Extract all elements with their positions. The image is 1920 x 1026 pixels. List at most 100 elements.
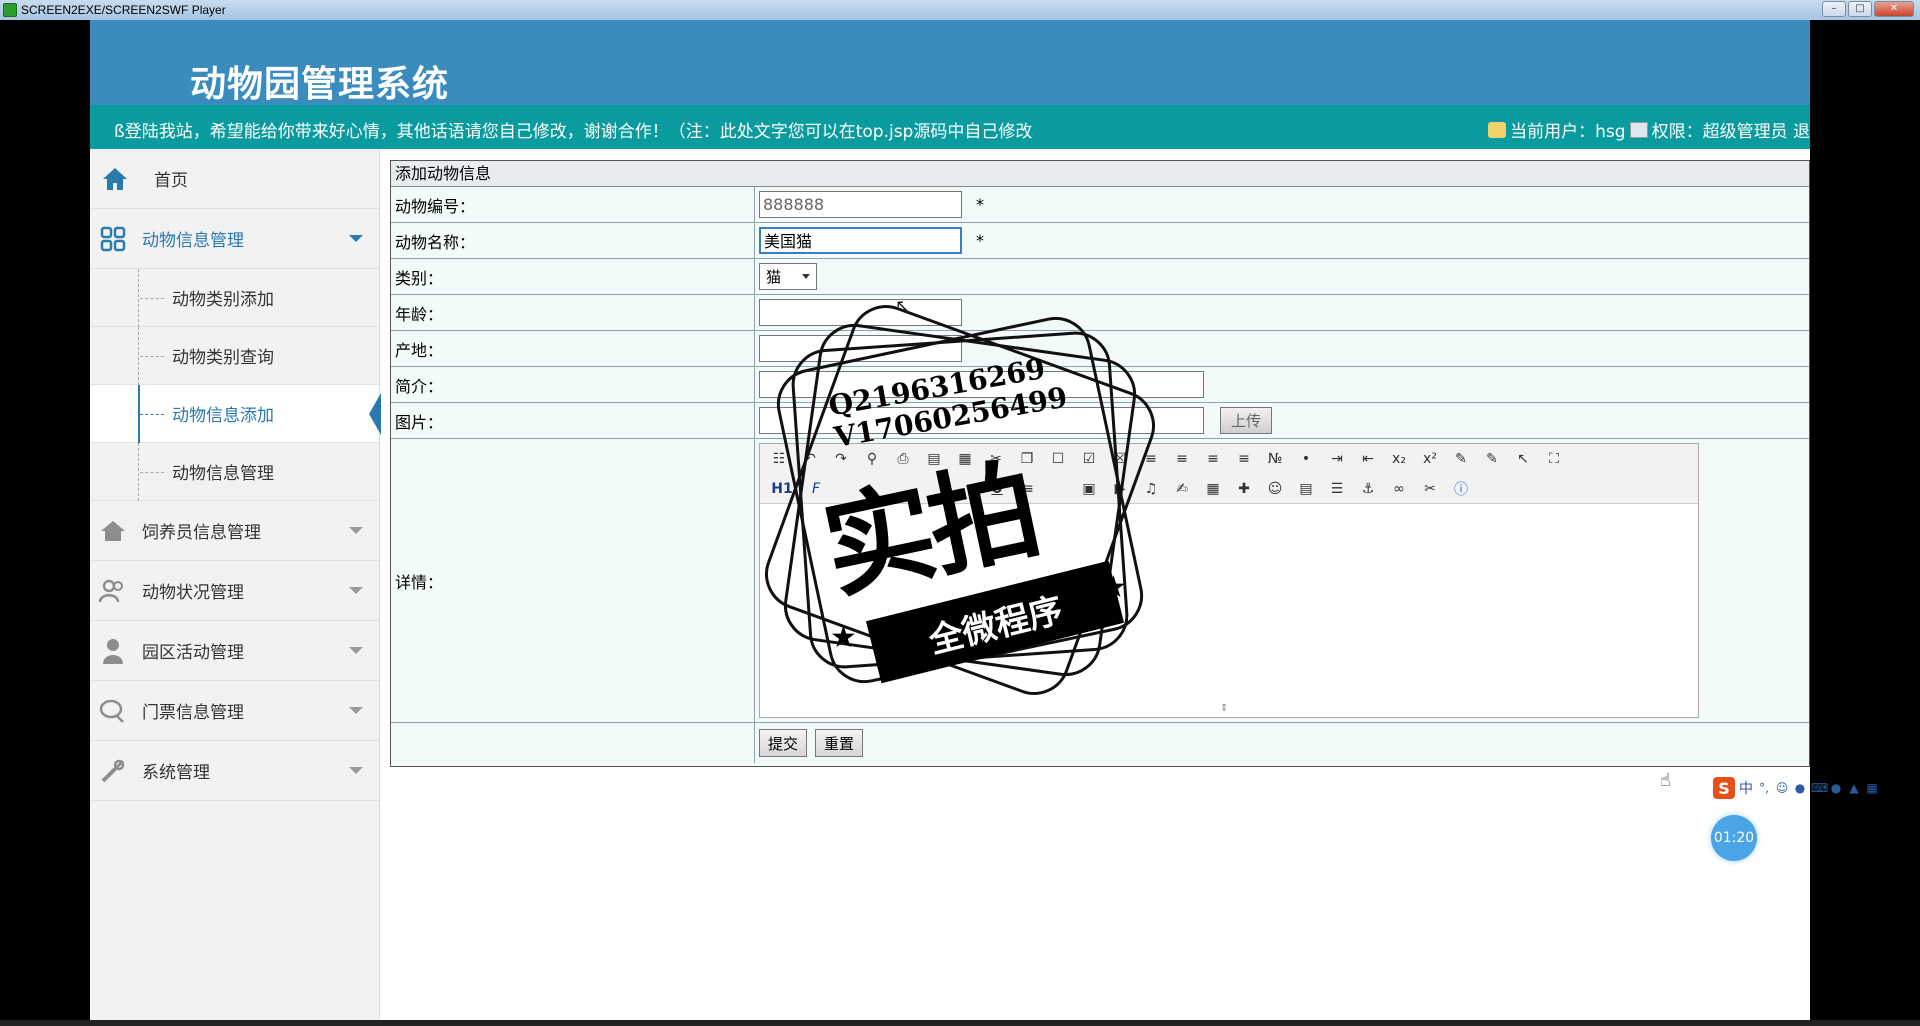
sidebar-item-label: 动物信息添加 [172, 406, 274, 426]
sidebar-item-animal-add[interactable]: 动物信息添加 [90, 385, 381, 443]
reset-button[interactable]: 重置 [815, 729, 864, 757]
origin-input[interactable] [759, 335, 962, 362]
superscript-icon[interactable]: x² [1419, 449, 1441, 469]
sidebar-group-animal-status[interactable]: 动物状况管理 [90, 561, 379, 621]
font-button[interactable]: F [805, 479, 827, 499]
ime-logo-icon[interactable]: S [1713, 777, 1735, 799]
attachment-icon[interactable]: ✍ [1171, 479, 1193, 499]
punctuation-icon[interactable]: °, [1757, 781, 1771, 795]
image-insert-icon[interactable]: ▣ [1078, 479, 1100, 499]
template-icon[interactable]: ▤ [923, 449, 945, 469]
indent-icon[interactable]: ⇥ [1326, 449, 1348, 469]
intro-input[interactable] [759, 371, 1204, 398]
category-select[interactable]: 猫 [759, 263, 817, 290]
category-selected-value: 猫 [766, 268, 782, 286]
app-viewport: 动物园管理系统 ß登陆我站，希望能给你带来好心情，其他话语请您自己修改，谢谢合作… [90, 20, 1810, 1020]
window-title: SCREEN2EXE/SCREEN2SWF Player [21, 3, 226, 17]
close-button[interactable]: ✕ [1874, 1, 1914, 17]
fullscreen-icon[interactable]: ⛶ [1543, 449, 1565, 469]
sidebar-group-ticket-info[interactable]: 门票信息管理 [90, 681, 379, 741]
user-icon[interactable]: ● [1829, 781, 1843, 795]
insert-row-icon[interactable]: ✚ [1233, 479, 1255, 499]
sidebar-group-label: 饲养员信息管理 [142, 523, 261, 543]
unlink-icon[interactable]: ✂ [1419, 479, 1441, 499]
heading-button[interactable]: H1 [768, 479, 796, 499]
clear-format-icon[interactable]: ✎ [1450, 449, 1472, 469]
sidebar-group-keeper-info[interactable]: 饲养员信息管理 [90, 501, 379, 561]
skin-icon[interactable]: ▲ [1847, 781, 1861, 795]
link-icon[interactable]: ∞ [1388, 479, 1410, 499]
underline-button[interactable]: U [986, 479, 1008, 499]
hand-cursor-icon: ☝ [1660, 770, 1671, 791]
print-icon[interactable]: ⎙ [892, 449, 914, 469]
source-icon[interactable]: ☷ [768, 449, 790, 469]
preview-icon[interactable]: ⚲ [861, 449, 883, 469]
code-icon[interactable]: ▦ [954, 449, 976, 469]
form-actions: 提交 重置 [391, 723, 1809, 763]
page-break-icon[interactable]: ☰ [1326, 479, 1348, 499]
horizontal-rule-icon[interactable]: ≡ [1017, 479, 1039, 499]
align-left-icon[interactable]: ≡ [1140, 449, 1162, 469]
emoticon-icon[interactable]: ☺ [1264, 479, 1286, 499]
chat-icon [98, 696, 128, 726]
select-all-icon[interactable]: ✎ [1481, 449, 1503, 469]
video-insert-icon[interactable]: ▶ [1109, 479, 1131, 499]
age-input[interactable] [759, 299, 962, 326]
field-label: 图片： [391, 403, 755, 438]
animal-name-input[interactable]: 美国猫 [759, 227, 962, 254]
header-banner: 动物园管理系统 [90, 20, 1810, 105]
submit-button[interactable]: 提交 [759, 729, 808, 757]
cursor-icon[interactable]: ↖ [1512, 449, 1534, 469]
copy-icon[interactable]: ❐ [1016, 449, 1038, 469]
permission-label[interactable]: 权限：超级管理员 退 [1652, 117, 1810, 142]
mouse-pointer-icon: ↖ [895, 296, 911, 317]
field-label: 产地： [391, 331, 755, 366]
recording-timer[interactable]: 01:20 [1711, 815, 1757, 861]
sidebar-group-animal-info[interactable]: 动物信息管理 [90, 209, 379, 269]
align-right-icon[interactable]: ≡ [1202, 449, 1224, 469]
field-label: 动物名称： [391, 223, 755, 258]
sidebar-group-label: 系统管理 [142, 763, 210, 783]
user-icon [1488, 121, 1507, 138]
unordered-list-icon[interactable]: • [1295, 449, 1317, 469]
paste-icon[interactable]: ☐ [1047, 449, 1069, 469]
form-row-detail: 详情： ☷ ↶ ↷ ⚲ ⎙ ▤ ▦ ✂ ❐ ☐ ☑ ☒ ≡ ≡ ≡ ≡ № • ⇥ ⇤ x₂ x² ✎ ✎ ↖ ⛶ H1 F U … [391, 439, 1809, 723]
restore-button[interactable]: □ [1848, 1, 1872, 17]
sidebar-group-label: 园区活动管理 [142, 643, 244, 663]
emoji-icon[interactable]: ☺ [1775, 781, 1789, 795]
paste-word-icon[interactable]: ☒ [1109, 449, 1131, 469]
music-insert-icon[interactable]: ♫ [1140, 479, 1162, 499]
animal-id-input[interactable]: 888888 [759, 191, 962, 218]
sidebar-item-home[interactable]: 首页 [90, 149, 379, 209]
help-icon[interactable]: ⓘ [1450, 479, 1472, 499]
picture-icon[interactable]: ▤ [1295, 479, 1317, 499]
anchor-icon[interactable]: ⚓ [1357, 479, 1379, 499]
align-center-icon[interactable]: ≡ [1171, 449, 1193, 469]
undo-icon[interactable]: ↶ [799, 449, 821, 469]
sidebar-group-system[interactable]: 系统管理 [90, 741, 379, 801]
redo-icon[interactable]: ↷ [830, 449, 852, 469]
sidebar-group-park-activity[interactable]: 园区活动管理 [90, 621, 379, 681]
chevron-down-icon [349, 707, 363, 714]
outdent-icon[interactable]: ⇤ [1357, 449, 1379, 469]
sidebar-item-animal-manage[interactable]: 动物信息管理 [90, 443, 379, 501]
upload-button[interactable]: 上传 [1220, 407, 1273, 434]
microphone-icon[interactable]: ● [1793, 781, 1807, 795]
menu-grid-icon[interactable]: ▦ [1865, 781, 1879, 795]
home-icon [100, 164, 130, 194]
paste-text-icon[interactable]: ☑ [1078, 449, 1100, 469]
editor-resize-handle-icon[interactable]: ⇕ [1220, 703, 1228, 714]
minimize-button[interactable]: – [1822, 1, 1846, 17]
sidebar-item-category-query[interactable]: 动物类别查询 [90, 327, 379, 385]
subscript-icon[interactable]: x₂ [1388, 449, 1410, 469]
picture-path-input[interactable] [759, 407, 1204, 434]
keyboard-icon[interactable]: ⌨ [1811, 781, 1828, 795]
table-icon[interactable]: ▦ [1202, 479, 1224, 499]
ime-mode-label[interactable]: 中 [1739, 778, 1753, 798]
ordered-list-icon[interactable]: № [1264, 449, 1286, 469]
rich-text-editor[interactable]: ☷ ↶ ↷ ⚲ ⎙ ▤ ▦ ✂ ❐ ☐ ☑ ☒ ≡ ≡ ≡ ≡ № • ⇥ ⇤ x₂ x² ✎ ✎ ↖ ⛶ H1 F U ≡ ▣ … [759, 443, 1699, 718]
cut-icon[interactable]: ✂ [985, 449, 1007, 469]
justify-icon[interactable]: ≡ [1233, 449, 1255, 469]
sidebar-item-category-add[interactable]: 动物类别添加 [90, 269, 379, 327]
form-row-picture: 图片： 上传 [391, 403, 1809, 439]
